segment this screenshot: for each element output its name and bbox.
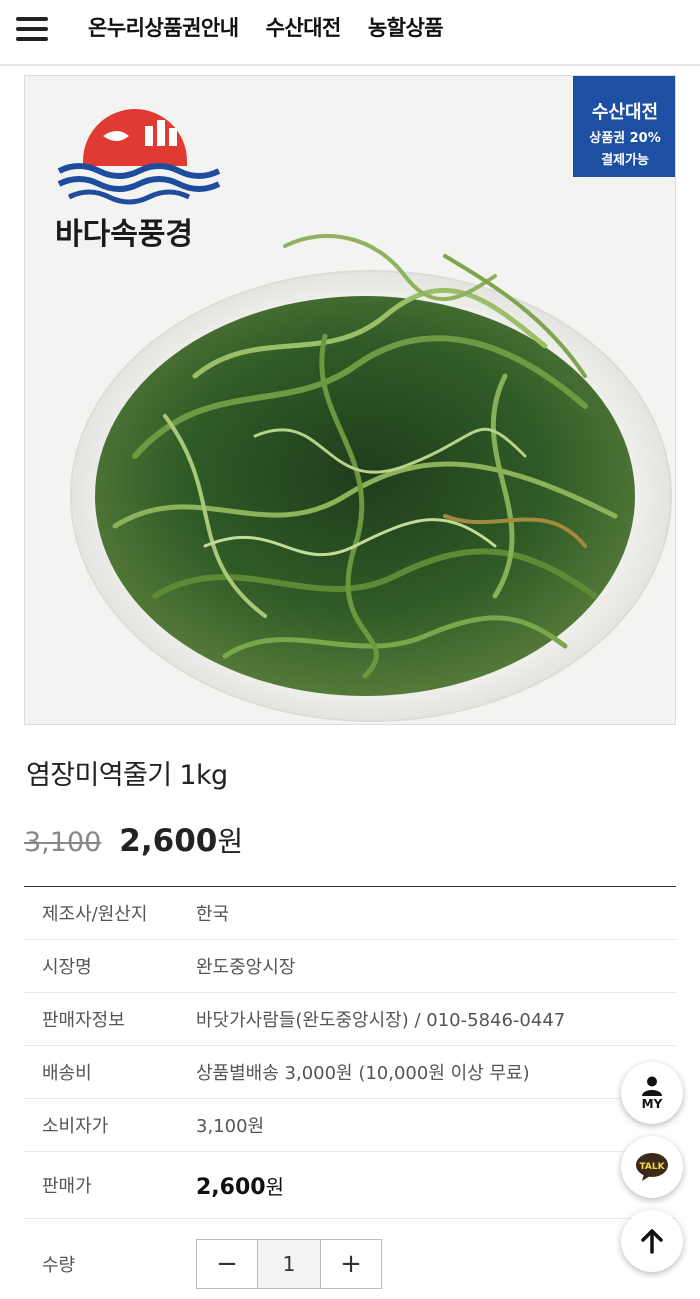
sale-price: 2,600원 bbox=[119, 820, 243, 860]
price-row: 3,100 2,600원 bbox=[24, 820, 243, 860]
info-sale-price-unit: 원 bbox=[265, 1174, 284, 1199]
info-value: 상품별배송 3,000원 (10,000원 이상 무료) bbox=[196, 1063, 530, 1084]
svg-text:상품권 20%: 상품권 20% bbox=[589, 131, 661, 146]
info-row-consumer-price: 소비자가 3,100원 bbox=[24, 1099, 676, 1152]
quantity-stepper: − 1 + bbox=[196, 1239, 382, 1289]
fisheries-badge: 수산대전 상품권 20% 결제가능 bbox=[573, 76, 675, 177]
sale-price-unit: 원 bbox=[217, 825, 244, 858]
header-bar: 온누리상품권안내 수산대전 농할상품 bbox=[0, 0, 700, 66]
top-nav: 온누리상품권안내 수산대전 농할상품 bbox=[88, 12, 444, 42]
quantity-value[interactable]: 1 bbox=[257, 1240, 321, 1288]
info-sale-price: 2,600원 bbox=[196, 1171, 284, 1200]
info-row-sale-price: 판매가 2,600원 bbox=[24, 1152, 676, 1219]
product-photo-illustration: 바다속풍경 수산대전 상품권 20% 결제가능 bbox=[25, 76, 675, 724]
quantity-increase-button[interactable]: + bbox=[321, 1240, 381, 1288]
scroll-top-button[interactable] bbox=[621, 1210, 683, 1272]
svg-text:결제가능: 결제가능 bbox=[601, 152, 649, 168]
info-label: 시장명 bbox=[42, 957, 92, 978]
info-row-origin: 제조사/원산지 한국 bbox=[24, 887, 676, 940]
kakao-talk-button[interactable]: TALK bbox=[621, 1136, 683, 1198]
talk-label: TALK bbox=[639, 1162, 665, 1172]
info-row-quantity: 수량 − 1 + bbox=[24, 1219, 676, 1299]
info-label: 배송비 bbox=[42, 1063, 92, 1084]
svg-text:수산대전: 수산대전 bbox=[592, 102, 658, 123]
info-label: 판매자정보 bbox=[42, 1010, 125, 1031]
info-row-seller: 판매자정보 바닷가사람들(완도중앙시장) / 010-5846-0447 bbox=[24, 993, 676, 1046]
nav-item-onnuri[interactable]: 온누리상품권안내 bbox=[88, 12, 239, 42]
sale-price-amount: 2,600 bbox=[119, 823, 218, 859]
info-row-market: 시장명 완도중앙시장 bbox=[24, 940, 676, 993]
product-title: 염장미역줄기 1kg bbox=[26, 760, 228, 791]
nav-item-fisheries[interactable]: 수산대전 bbox=[266, 12, 342, 42]
arrow-up-icon bbox=[641, 1229, 663, 1254]
info-sale-price-amount: 2,600 bbox=[196, 1174, 266, 1200]
info-value: 한국 bbox=[196, 904, 230, 925]
person-icon bbox=[642, 1076, 662, 1096]
original-price: 3,100 bbox=[24, 827, 102, 858]
product-image: 바다속풍경 수산대전 상품권 20% 결제가능 bbox=[24, 75, 676, 725]
my-page-button[interactable]: MY bbox=[621, 1062, 683, 1124]
info-value: 바닷가사람들(완도중앙시장) / 010-5846-0447 bbox=[196, 1010, 566, 1031]
brand-name: 바다속풍경 bbox=[55, 217, 193, 252]
info-value: 완도중앙시장 bbox=[196, 957, 296, 978]
product-info-table: 제조사/원산지 한국 시장명 완도중앙시장 판매자정보 바닷가사람들(완도중앙시… bbox=[24, 886, 676, 1299]
info-value: 3,100원 bbox=[196, 1116, 265, 1137]
nav-item-agri-discount[interactable]: 농할상품 bbox=[368, 12, 444, 42]
info-label: 소비자가 bbox=[42, 1116, 109, 1137]
info-label: 판매가 bbox=[42, 1176, 92, 1197]
info-label: 수량 bbox=[42, 1255, 76, 1276]
hamburger-menu-icon[interactable] bbox=[16, 14, 50, 44]
info-row-shipping: 배송비 상품별배송 3,000원 (10,000원 이상 무료) bbox=[24, 1046, 676, 1099]
quantity-decrease-button[interactable]: − bbox=[197, 1240, 257, 1288]
info-label: 제조사/원산지 bbox=[42, 904, 148, 925]
my-label: MY bbox=[641, 1096, 663, 1111]
talk-bubble-icon: TALK bbox=[636, 1153, 668, 1181]
